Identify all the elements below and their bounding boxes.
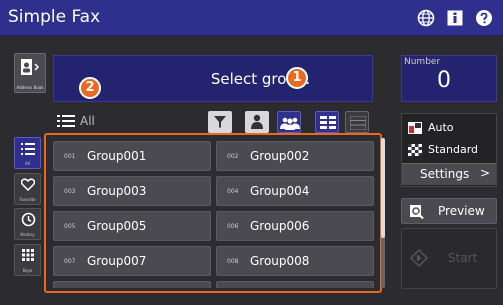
address-book-icon — [21, 59, 40, 75]
address-book-label: Address Book — [16, 85, 44, 90]
settings-label: Settings — [420, 167, 470, 181]
list-icon — [21, 143, 35, 155]
globe-icon[interactable] — [417, 9, 435, 27]
group-item-partial[interactable] — [216, 281, 374, 288]
group-number: 003 — [64, 188, 76, 195]
start-icon — [410, 249, 428, 267]
tab-keys-label: Keys — [22, 268, 33, 273]
app-title: Simple Fax — [8, 7, 101, 27]
individual-view-button[interactable] — [245, 111, 269, 133]
tab-history[interactable]: History — [14, 208, 41, 240]
keypad-icon — [22, 249, 34, 261]
group-number: 007 — [64, 258, 76, 265]
list-view-icon — [350, 116, 366, 130]
chevron-right-icon: > — [479, 166, 490, 180]
history-icon — [21, 212, 36, 227]
instruction-banner: Select group. — [53, 55, 373, 102]
help-icon[interactable] — [475, 9, 493, 27]
group-view-button[interactable] — [277, 111, 301, 133]
group-item[interactable]: 005 Group005 — [53, 211, 211, 241]
group-number: 005 — [64, 223, 76, 230]
preview-icon — [410, 205, 424, 219]
group-item[interactable]: 001 Group001 — [53, 141, 211, 171]
info-icon[interactable] — [446, 9, 464, 27]
tab-keys[interactable]: Keys — [14, 244, 41, 276]
banner-text: Select group. — [210, 70, 311, 88]
group-icon — [280, 117, 300, 130]
tab-all-label: All — [25, 161, 30, 166]
group-name: Group006 — [250, 219, 310, 233]
list-icon — [57, 115, 75, 127]
title-bar: Simple Fax — [0, 0, 503, 36]
group-name: Group001 — [87, 149, 147, 163]
group-number: 004 — [227, 188, 239, 195]
group-name: Group002 — [250, 149, 310, 163]
heart-icon — [21, 178, 35, 191]
mode-option: Standard — [408, 143, 478, 156]
address-book-button[interactable]: Address Book — [14, 53, 46, 93]
number-label: Number — [404, 57, 441, 67]
group-name: Group003 — [87, 184, 147, 198]
start-label: Start — [448, 251, 478, 265]
group-number: 002 — [227, 153, 239, 160]
list-view-button[interactable] — [345, 111, 369, 133]
group-name: Group007 — [87, 254, 147, 268]
tab-favorite-label: Favorite — [19, 197, 36, 202]
group-item[interactable]: 004 Group004 — [216, 176, 374, 206]
group-number: 006 — [227, 223, 239, 230]
list-filter-label: All — [80, 114, 95, 128]
callout-badge-1: 1 — [286, 67, 308, 89]
person-icon — [251, 114, 263, 129]
start-button[interactable]: Start — [401, 228, 497, 289]
tab-favorite[interactable]: Favorite — [14, 173, 41, 205]
group-item-partial[interactable] — [53, 281, 211, 288]
group-item[interactable]: 008 Group008 — [216, 246, 374, 276]
preview-button[interactable]: Preview — [401, 198, 497, 224]
resolution-option: Auto — [408, 121, 454, 134]
number-value: 0 — [437, 68, 451, 93]
quality-icon — [408, 144, 422, 156]
scrollbar-thumb[interactable] — [381, 138, 385, 238]
filter-button[interactable] — [208, 111, 232, 133]
color-mode-icon — [408, 122, 422, 134]
group-number: 001 — [64, 153, 76, 160]
group-item[interactable]: 006 Group006 — [216, 211, 374, 241]
mode-value: Standard — [428, 143, 479, 156]
group-item[interactable]: 003 Group003 — [53, 176, 211, 206]
group-item[interactable]: 007 Group007 — [53, 246, 211, 276]
tab-all[interactable]: All — [14, 137, 41, 169]
group-name: Group004 — [250, 184, 310, 198]
group-number: 008 — [227, 258, 239, 265]
preview-label: Preview — [438, 204, 485, 218]
settings-button[interactable]: Settings > — [402, 163, 496, 185]
tile-view-icon — [320, 116, 336, 129]
group-name: Group005 — [87, 219, 147, 233]
group-item[interactable]: 002 Group002 — [216, 141, 374, 171]
tile-view-button[interactable] — [315, 111, 339, 133]
tab-history-label: History — [20, 232, 35, 237]
group-name: Group008 — [250, 254, 310, 268]
filter-icon — [214, 116, 226, 128]
group-list[interactable]: 001 Group001 002 Group002 003 Group003 0… — [49, 138, 379, 288]
resolution-value: Auto — [428, 121, 454, 134]
callout-badge-2: 2 — [79, 77, 101, 99]
